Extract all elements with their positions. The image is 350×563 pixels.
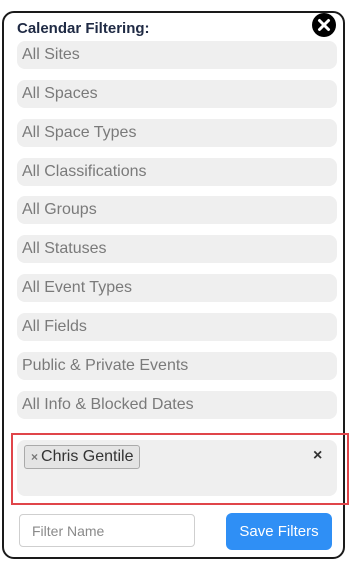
spaces-select[interactable]: All Spaces (17, 79, 337, 108)
fields-select[interactable]: All Fields (17, 312, 337, 341)
user-multi-select[interactable]: × Chris Gentile × (17, 440, 337, 496)
sites-select[interactable]: All Sites (17, 41, 337, 69)
save-filters-button[interactable]: Save Filters (226, 513, 332, 550)
event-types-select[interactable]: All Event Types (17, 274, 337, 303)
selected-user-chip: × Chris Gentile (24, 445, 140, 469)
filter-list: All Sites All Spaces All Space Types All… (17, 41, 337, 419)
filter-name-input[interactable] (19, 514, 195, 547)
classifications-select[interactable]: All Classifications (17, 157, 337, 186)
close-icon[interactable] (312, 13, 336, 37)
panel-title: Calendar Filtering: (17, 20, 150, 37)
visibility-select[interactable]: Public & Private Events (17, 351, 337, 380)
chip-label: Chris Gentile (41, 448, 134, 465)
statuses-select[interactable]: All Statuses (17, 235, 337, 264)
info-blocked-dates-select[interactable]: All Info & Blocked Dates (17, 390, 337, 419)
chip-remove-icon[interactable]: × (31, 446, 38, 468)
clear-selection-icon[interactable]: × (313, 448, 322, 464)
groups-select[interactable]: All Groups (17, 196, 337, 225)
space-types-select[interactable]: All Space Types (17, 118, 337, 147)
